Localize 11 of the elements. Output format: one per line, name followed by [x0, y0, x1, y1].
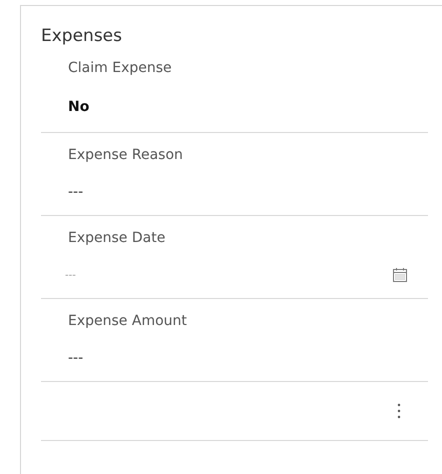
- field-label: Expense Amount: [68, 312, 188, 331]
- section-title: Expenses: [41, 25, 123, 46]
- field-label: Expense Reason: [68, 146, 184, 165]
- field-label: Claim Expense: [68, 59, 173, 78]
- field-value: ---: [68, 350, 84, 366]
- date-field[interactable]: ---: [65, 270, 76, 280]
- field-label: Expense Date: [68, 229, 166, 248]
- calendar-icon[interactable]: [392, 267, 408, 283]
- field-value: ---: [68, 184, 84, 200]
- more-options-icon[interactable]: [397, 403, 401, 419]
- field-value: No: [68, 99, 90, 115]
